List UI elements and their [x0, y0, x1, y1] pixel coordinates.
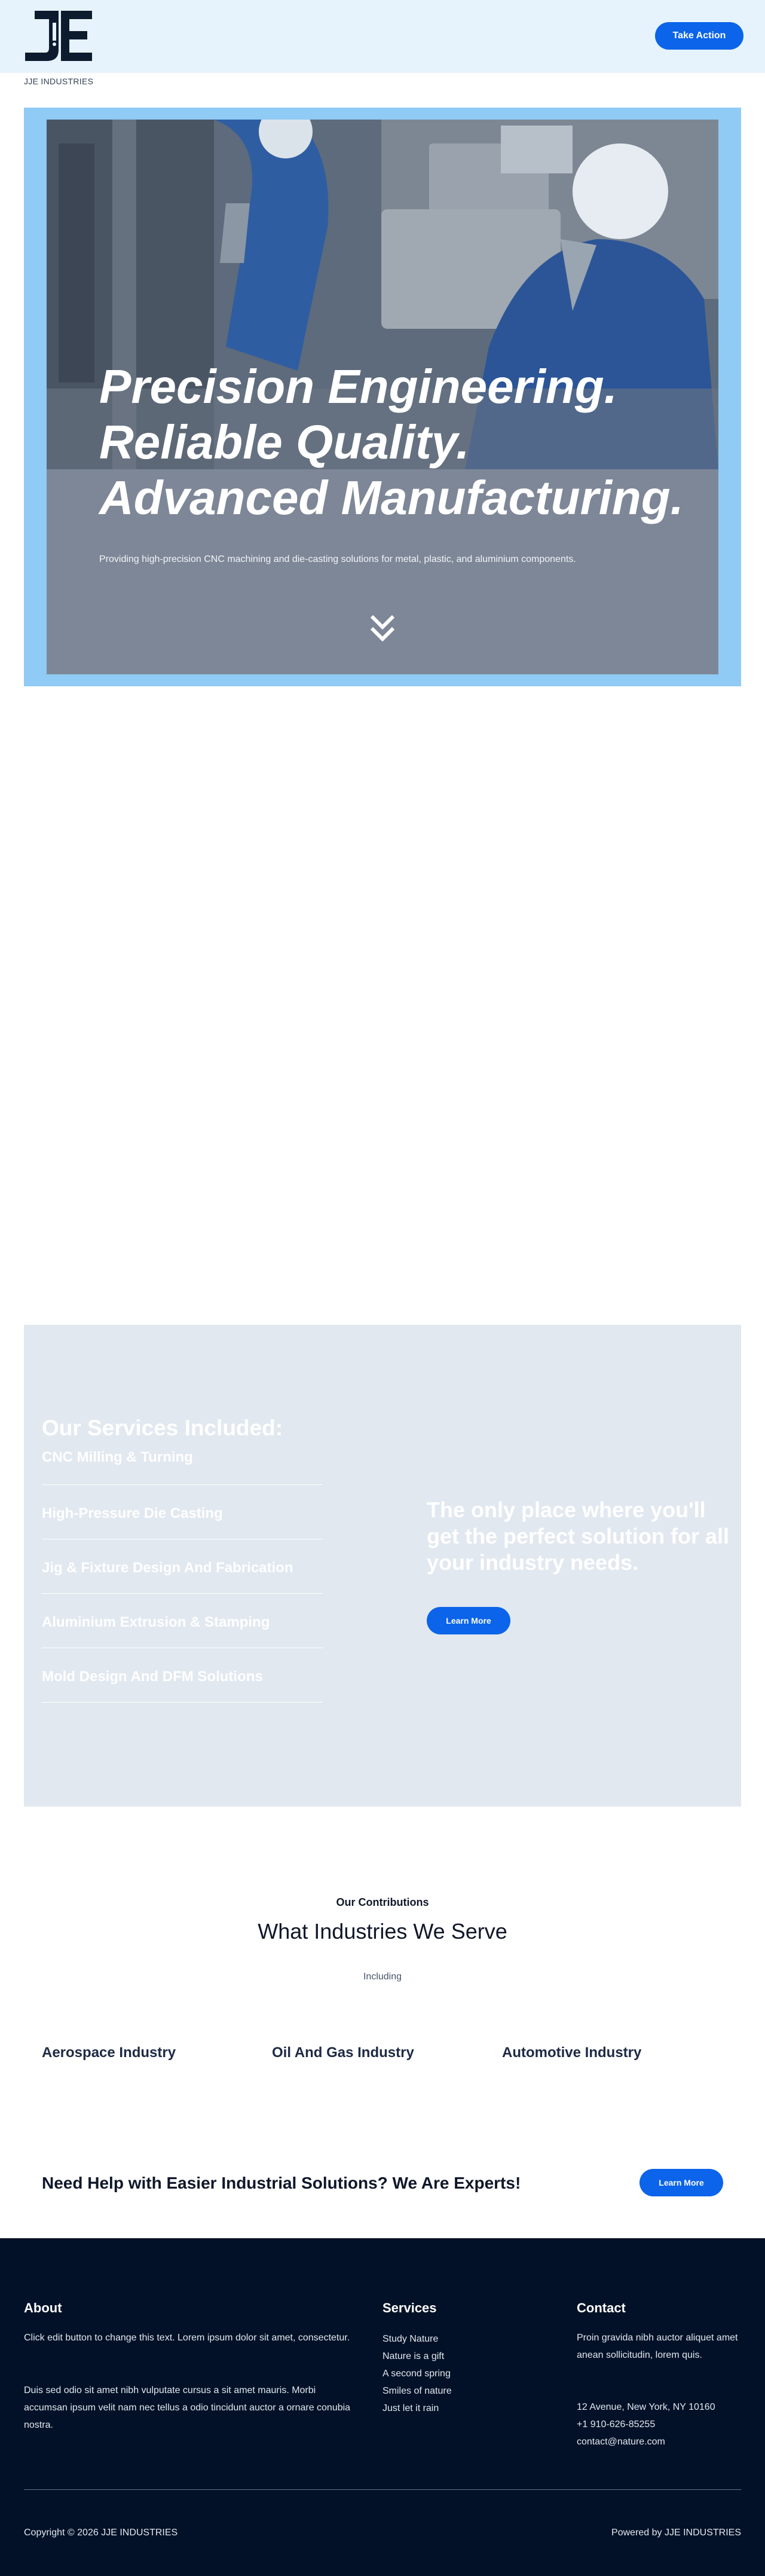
site-header: Take Action: [0, 0, 765, 73]
footer-about-text-2: Duis sed odio sit amet nibh vulputate cu…: [24, 2385, 351, 2430]
footer-email[interactable]: contact@nature.com: [577, 2433, 665, 2450]
double-chevron-down-icon[interactable]: [366, 612, 399, 645]
footer-link[interactable]: A second spring: [382, 2365, 452, 2382]
service-item: CNC Milling & Turning: [42, 1449, 323, 1485]
service-item: Aluminium Extrusion & Stamping: [42, 1594, 323, 1648]
industries-subtitle: Including: [363, 1972, 402, 1982]
hero-subtitle: Providing high-precision CNC machining a…: [99, 554, 576, 564]
footer-link[interactable]: Smiles of nature: [382, 2382, 452, 2400]
take-action-button[interactable]: Take Action: [655, 22, 743, 50]
footer-link[interactable]: Just let it rain: [382, 2400, 452, 2417]
footer-about-text-1: Click edit button to change this text. L…: [24, 2333, 350, 2343]
footer-link[interactable]: Study Nature: [382, 2330, 452, 2348]
footer-address: 12 Avenue, New York, NY 10160: [577, 2402, 715, 2412]
services-tagline: The only place where you'll get the perf…: [427, 1498, 730, 1575]
services-list: CNC Milling & Turning High-Pressure Die …: [42, 1449, 323, 1703]
service-item: Mold Design And DFM Solutions: [42, 1648, 323, 1703]
footer-services-heading: Services: [382, 2300, 437, 2315]
powered-by-text: Powered by JJE INDUSTRIES: [611, 2528, 741, 2538]
industry-automotive: Automotive Industry: [502, 2045, 642, 2061]
footer-contact-text: Proin gravida nibh auctor aliquet amet a…: [577, 2333, 738, 2360]
footer-services-links: Study Nature Nature is a gift A second s…: [382, 2330, 452, 2417]
industries-kicker: Our Contributions: [336, 1896, 429, 1908]
help-banner-text: Need Help with Easier Industrial Solutio…: [42, 2174, 521, 2192]
hero-title: Precision Engineering. Reliable Quality.…: [99, 360, 684, 524]
service-item: High-Pressure Die Casting: [42, 1485, 323, 1539]
jje-logo[interactable]: [23, 8, 96, 63]
industry-aerospace: Aerospace Industry: [42, 2045, 176, 2061]
footer-divider: [24, 2489, 741, 2490]
footer-contact-heading: Contact: [577, 2300, 626, 2315]
services-section: Our Services Included: CNC Milling & Tur…: [24, 1325, 741, 1807]
copyright-text: Copyright © 2026 JJE INDUSTRIES: [24, 2528, 178, 2538]
service-item: Jig & Fixture Design And Fabrication: [42, 1539, 323, 1594]
help-learn-more-button[interactable]: Learn More: [639, 2169, 723, 2196]
hero-section: Precision Engineering. Reliable Quality.…: [47, 120, 718, 674]
footer-about-heading: About: [24, 2300, 62, 2315]
brand-name[interactable]: JJE INDUSTRIES: [24, 77, 93, 86]
services-heading: Our Services Included:: [42, 1416, 283, 1440]
learn-more-button[interactable]: Learn More: [427, 1607, 510, 1634]
footer-phone[interactable]: +1 910-626-85255: [577, 2416, 655, 2433]
site-footer: About Click edit button to change this t…: [0, 2238, 765, 2576]
industry-oil-gas: Oil And Gas Industry: [272, 2045, 414, 2061]
industries-title: What Industries We Serve: [258, 1919, 507, 1944]
footer-link[interactable]: Nature is a gift: [382, 2348, 452, 2365]
